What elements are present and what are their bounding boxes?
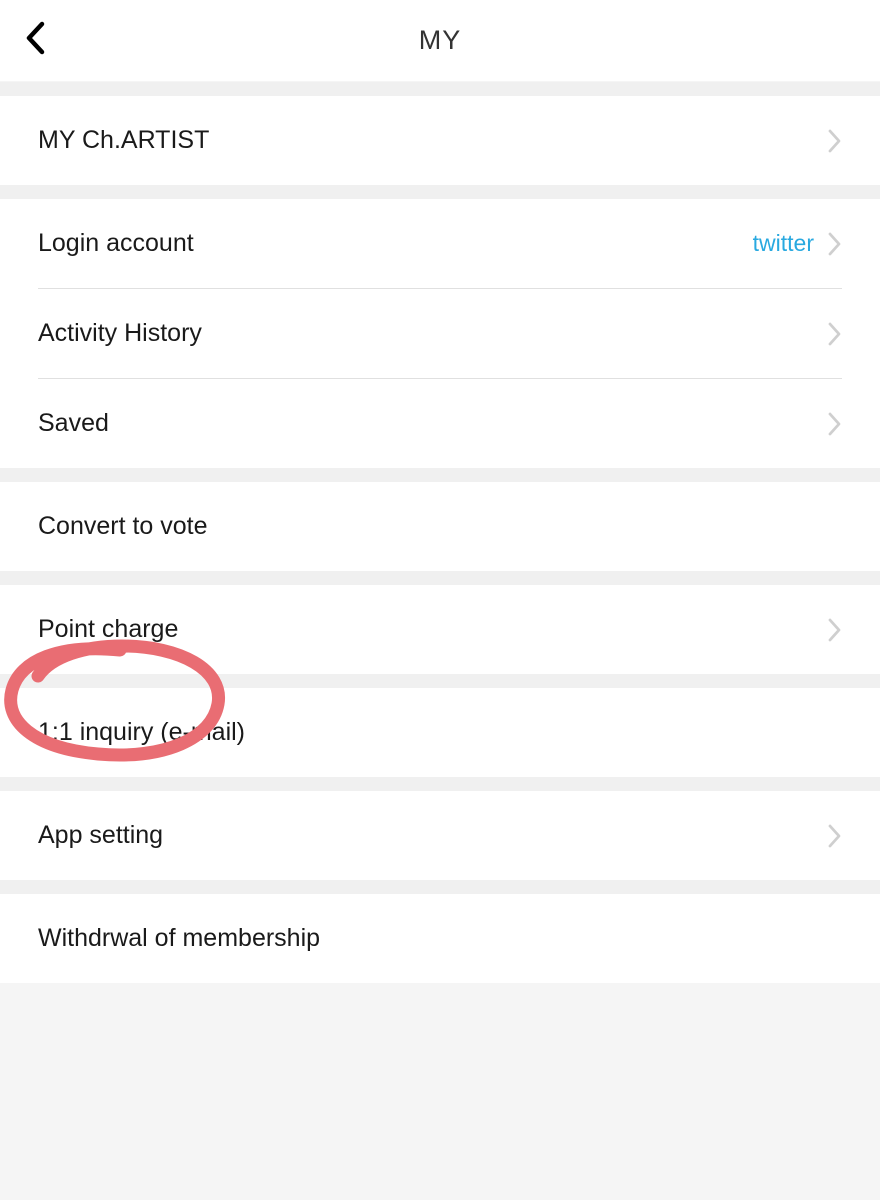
section-withdrawal: Withdrwal of membership — [0, 894, 880, 983]
row-right — [828, 129, 842, 153]
chevron-right-icon — [828, 129, 842, 153]
login-account-value: twitter — [753, 230, 814, 257]
chevron-right-icon — [828, 824, 842, 848]
row-convert-to-vote[interactable]: Convert to vote — [0, 482, 880, 571]
section-spacer — [0, 674, 880, 688]
row-saved[interactable]: Saved — [0, 379, 880, 468]
header: MY — [0, 0, 880, 82]
section-account: Login account twitter Activity History S… — [0, 199, 880, 468]
row-label: App setting — [38, 821, 163, 850]
row-right — [828, 412, 842, 436]
row-point-charge[interactable]: Point charge — [0, 585, 880, 674]
row-label: Activity History — [38, 319, 202, 348]
row-my-ch-artist[interactable]: MY Ch.ARTIST — [0, 96, 880, 185]
row-right — [828, 824, 842, 848]
section-convert: Convert to vote — [0, 482, 880, 571]
section-artist: MY Ch.ARTIST — [0, 96, 880, 185]
row-label: Convert to vote — [38, 512, 208, 541]
section-spacer — [0, 185, 880, 199]
row-label: 1:1 inquiry (e-mail) — [38, 718, 245, 747]
section-spacer — [0, 880, 880, 894]
row-right — [828, 618, 842, 642]
back-button[interactable] — [24, 20, 46, 61]
row-app-setting[interactable]: App setting — [0, 791, 880, 880]
row-right: twitter — [753, 230, 842, 257]
section-point: Point charge — [0, 585, 880, 674]
row-activity-history[interactable]: Activity History — [0, 289, 880, 378]
row-label: Point charge — [38, 615, 178, 644]
section-spacer — [0, 82, 880, 96]
row-label: MY Ch.ARTIST — [38, 126, 209, 155]
row-inquiry[interactable]: 1:1 inquiry (e-mail) — [0, 688, 880, 777]
row-withdrawal[interactable]: Withdrwal of membership — [0, 894, 880, 983]
row-login-account[interactable]: Login account twitter — [0, 199, 880, 288]
row-right — [828, 322, 842, 346]
page-title: MY — [0, 25, 880, 56]
section-spacer — [0, 571, 880, 585]
section-spacer — [0, 777, 880, 791]
chevron-right-icon — [828, 232, 842, 256]
section-app-setting: App setting — [0, 791, 880, 880]
section-spacer — [0, 468, 880, 482]
row-label: Login account — [38, 229, 194, 258]
row-label: Withdrwal of membership — [38, 924, 320, 953]
row-label: Saved — [38, 409, 109, 438]
section-inquiry: 1:1 inquiry (e-mail) — [0, 688, 880, 777]
chevron-right-icon — [828, 412, 842, 436]
chevron-left-icon — [24, 20, 46, 56]
chevron-right-icon — [828, 618, 842, 642]
chevron-right-icon — [828, 322, 842, 346]
